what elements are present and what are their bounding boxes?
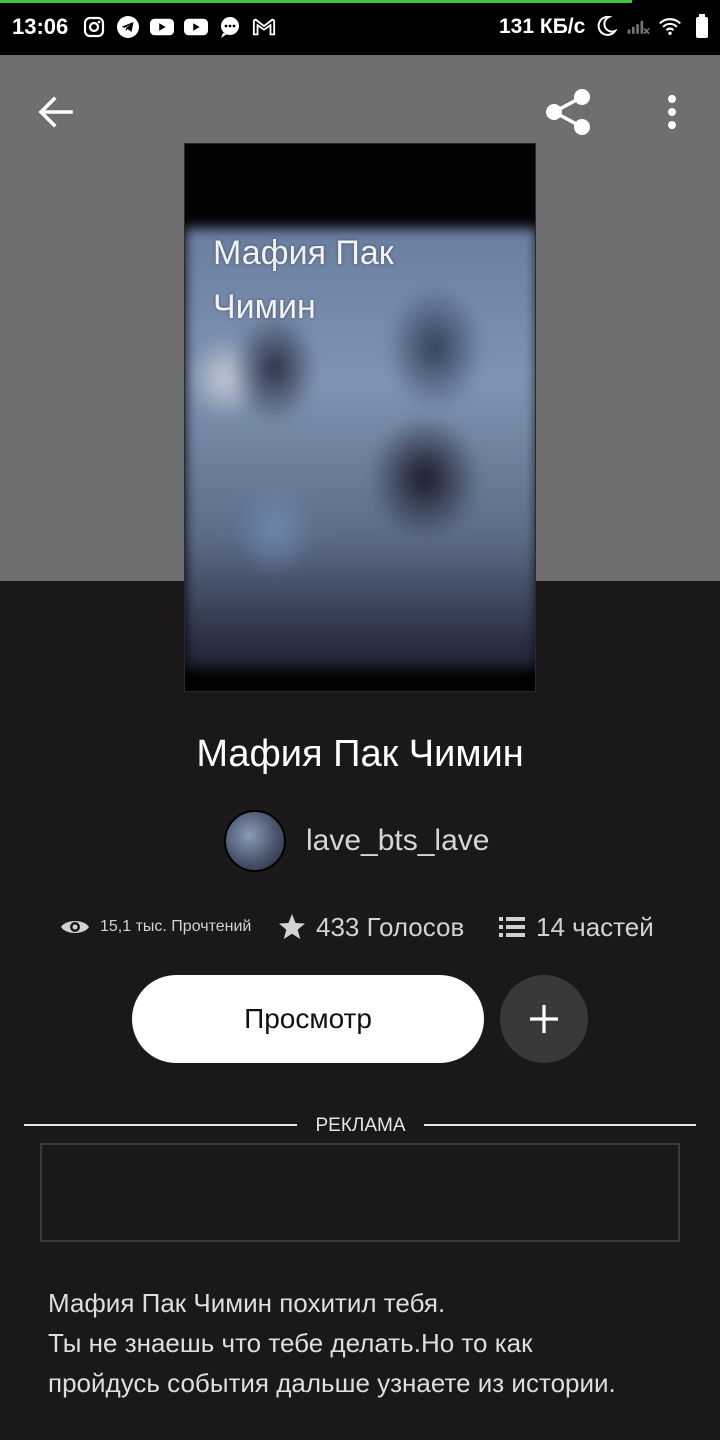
ad-divider [24, 1124, 297, 1126]
story-cover[interactable]: Мафия Пак Чимин [184, 143, 536, 692]
wifi-icon [658, 14, 682, 38]
share-button[interactable] [540, 85, 596, 139]
reads-stat: 15,1 тыс. Прочтений [60, 905, 251, 949]
arrow-left-icon [38, 96, 73, 128]
list-icon [499, 917, 525, 937]
share-icon [546, 89, 590, 135]
read-button[interactable]: Просмотр [132, 975, 484, 1063]
author-name: lave_bts_lave [306, 824, 490, 857]
cover-title-line: Мафия Пак [213, 234, 394, 272]
votes-stat: 433 Голосов [278, 905, 464, 949]
youtube-icon [150, 15, 174, 39]
gmail-icon [252, 15, 276, 39]
ad-divider [424, 1124, 696, 1126]
network-speed: 131 КБ/с [499, 15, 586, 38]
system-icons [594, 14, 714, 38]
signal-icon [626, 14, 650, 38]
ad-container[interactable] [40, 1143, 680, 1242]
votes-count: 433 Голосов [316, 911, 465, 942]
telegram-icon [116, 15, 140, 39]
star-icon [279, 914, 305, 939]
more-options-button[interactable] [652, 88, 692, 136]
loading-progress-bar [0, 0, 632, 3]
cover-title-line: Чимин [213, 288, 316, 326]
chat-icon [218, 15, 242, 39]
status-time: 13:06 [12, 14, 69, 39]
ad-label: РЕКЛАМА [315, 1115, 406, 1136]
eye-icon [61, 921, 89, 933]
description-line: Мафия Пак Чимин похитил тебя. [48, 1288, 446, 1318]
battery-icon [690, 14, 714, 38]
avatar [224, 810, 286, 872]
cover-title: Мафия Пак Чимин [213, 226, 523, 334]
add-to-library-button[interactable] [500, 975, 588, 1063]
more-vertical-icon [668, 95, 676, 129]
moon-icon [594, 14, 618, 38]
parts-stat[interactable]: 14 частей [498, 905, 654, 949]
author-link[interactable]: lave_bts_lave [224, 810, 489, 872]
story-description: Мафия Пак Чимин похитил тебя. Ты не знае… [48, 1283, 688, 1403]
youtube-icon [184, 15, 208, 39]
back-button[interactable] [34, 90, 78, 134]
story-stats: 15,1 тыс. Прочтений 433 Голосов 14 часте… [0, 905, 720, 949]
status-bar: 13:06 131 КБ/с [0, 0, 720, 55]
plus-icon [530, 1005, 558, 1033]
instagram-icon [82, 15, 106, 39]
reads-count: 15,1 тыс. Прочтений [100, 918, 252, 935]
description-line: пройдусь события дальше узнаете из истор… [48, 1368, 616, 1398]
description-line: Ты не знаешь что тебе делать.Но то как [48, 1328, 533, 1358]
parts-count: 14 частей [536, 911, 654, 942]
notification-icons [82, 15, 276, 39]
story-title: Мафия Пак Чимин [196, 733, 524, 775]
